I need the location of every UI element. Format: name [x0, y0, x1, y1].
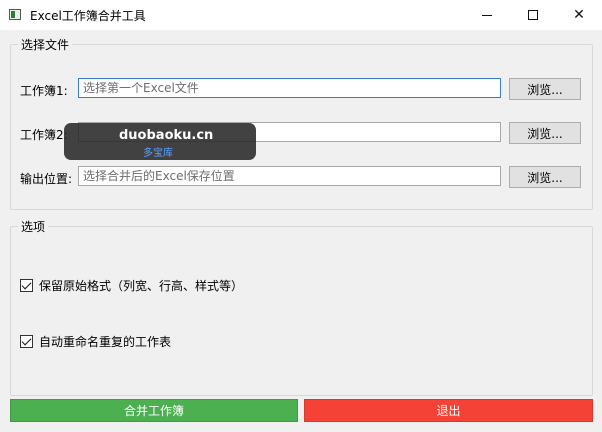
auto-rename-option[interactable]: 自动重命名重复的工作表: [20, 333, 171, 350]
workbook2-browse-button[interactable]: 浏览...: [509, 122, 581, 144]
output-label: 输出位置:: [20, 172, 73, 186]
minimize-button[interactable]: [464, 0, 510, 30]
workbook1-label: 工作簿1:: [20, 84, 68, 98]
watermark-subtext: 多宝库: [143, 148, 173, 159]
watermark-text: duobaoku.cn: [119, 128, 214, 143]
workbook1-browse-button[interactable]: 浏览...: [509, 78, 581, 100]
maximize-button[interactable]: [510, 0, 556, 30]
watermark-overlay: duobaoku.cn 多宝库: [64, 123, 256, 160]
keep-format-option[interactable]: 保留原始格式（列宽、行高、样式等）: [20, 277, 243, 294]
workbook2-label: 工作簿2:: [20, 128, 68, 142]
options-title: 选项: [18, 218, 49, 235]
window-title: Excel工作簿合并工具: [30, 9, 146, 23]
workbook1-input[interactable]: [78, 78, 501, 98]
auto-rename-checkbox[interactable]: [20, 335, 33, 348]
file-selection-title: 选择文件: [18, 36, 73, 53]
keep-format-label: 保留原始格式（列宽、行高、样式等）: [39, 279, 244, 293]
maximize-icon: [528, 10, 538, 20]
auto-rename-label: 自动重命名重复的工作表: [39, 335, 172, 349]
output-browse-button[interactable]: 浏览...: [509, 166, 581, 188]
merge-button[interactable]: 合并工作簿: [10, 399, 298, 422]
title-bar: Excel工作簿合并工具 ✕: [0, 0, 602, 30]
exit-button[interactable]: 退出: [304, 399, 593, 422]
close-button[interactable]: ✕: [556, 0, 602, 30]
options-group: [10, 226, 593, 396]
app-icon: [9, 9, 21, 20]
output-location-input[interactable]: [78, 166, 501, 186]
keep-format-checkbox[interactable]: [20, 279, 33, 292]
close-icon: ✕: [573, 7, 585, 23]
minimize-icon: [482, 14, 492, 16]
